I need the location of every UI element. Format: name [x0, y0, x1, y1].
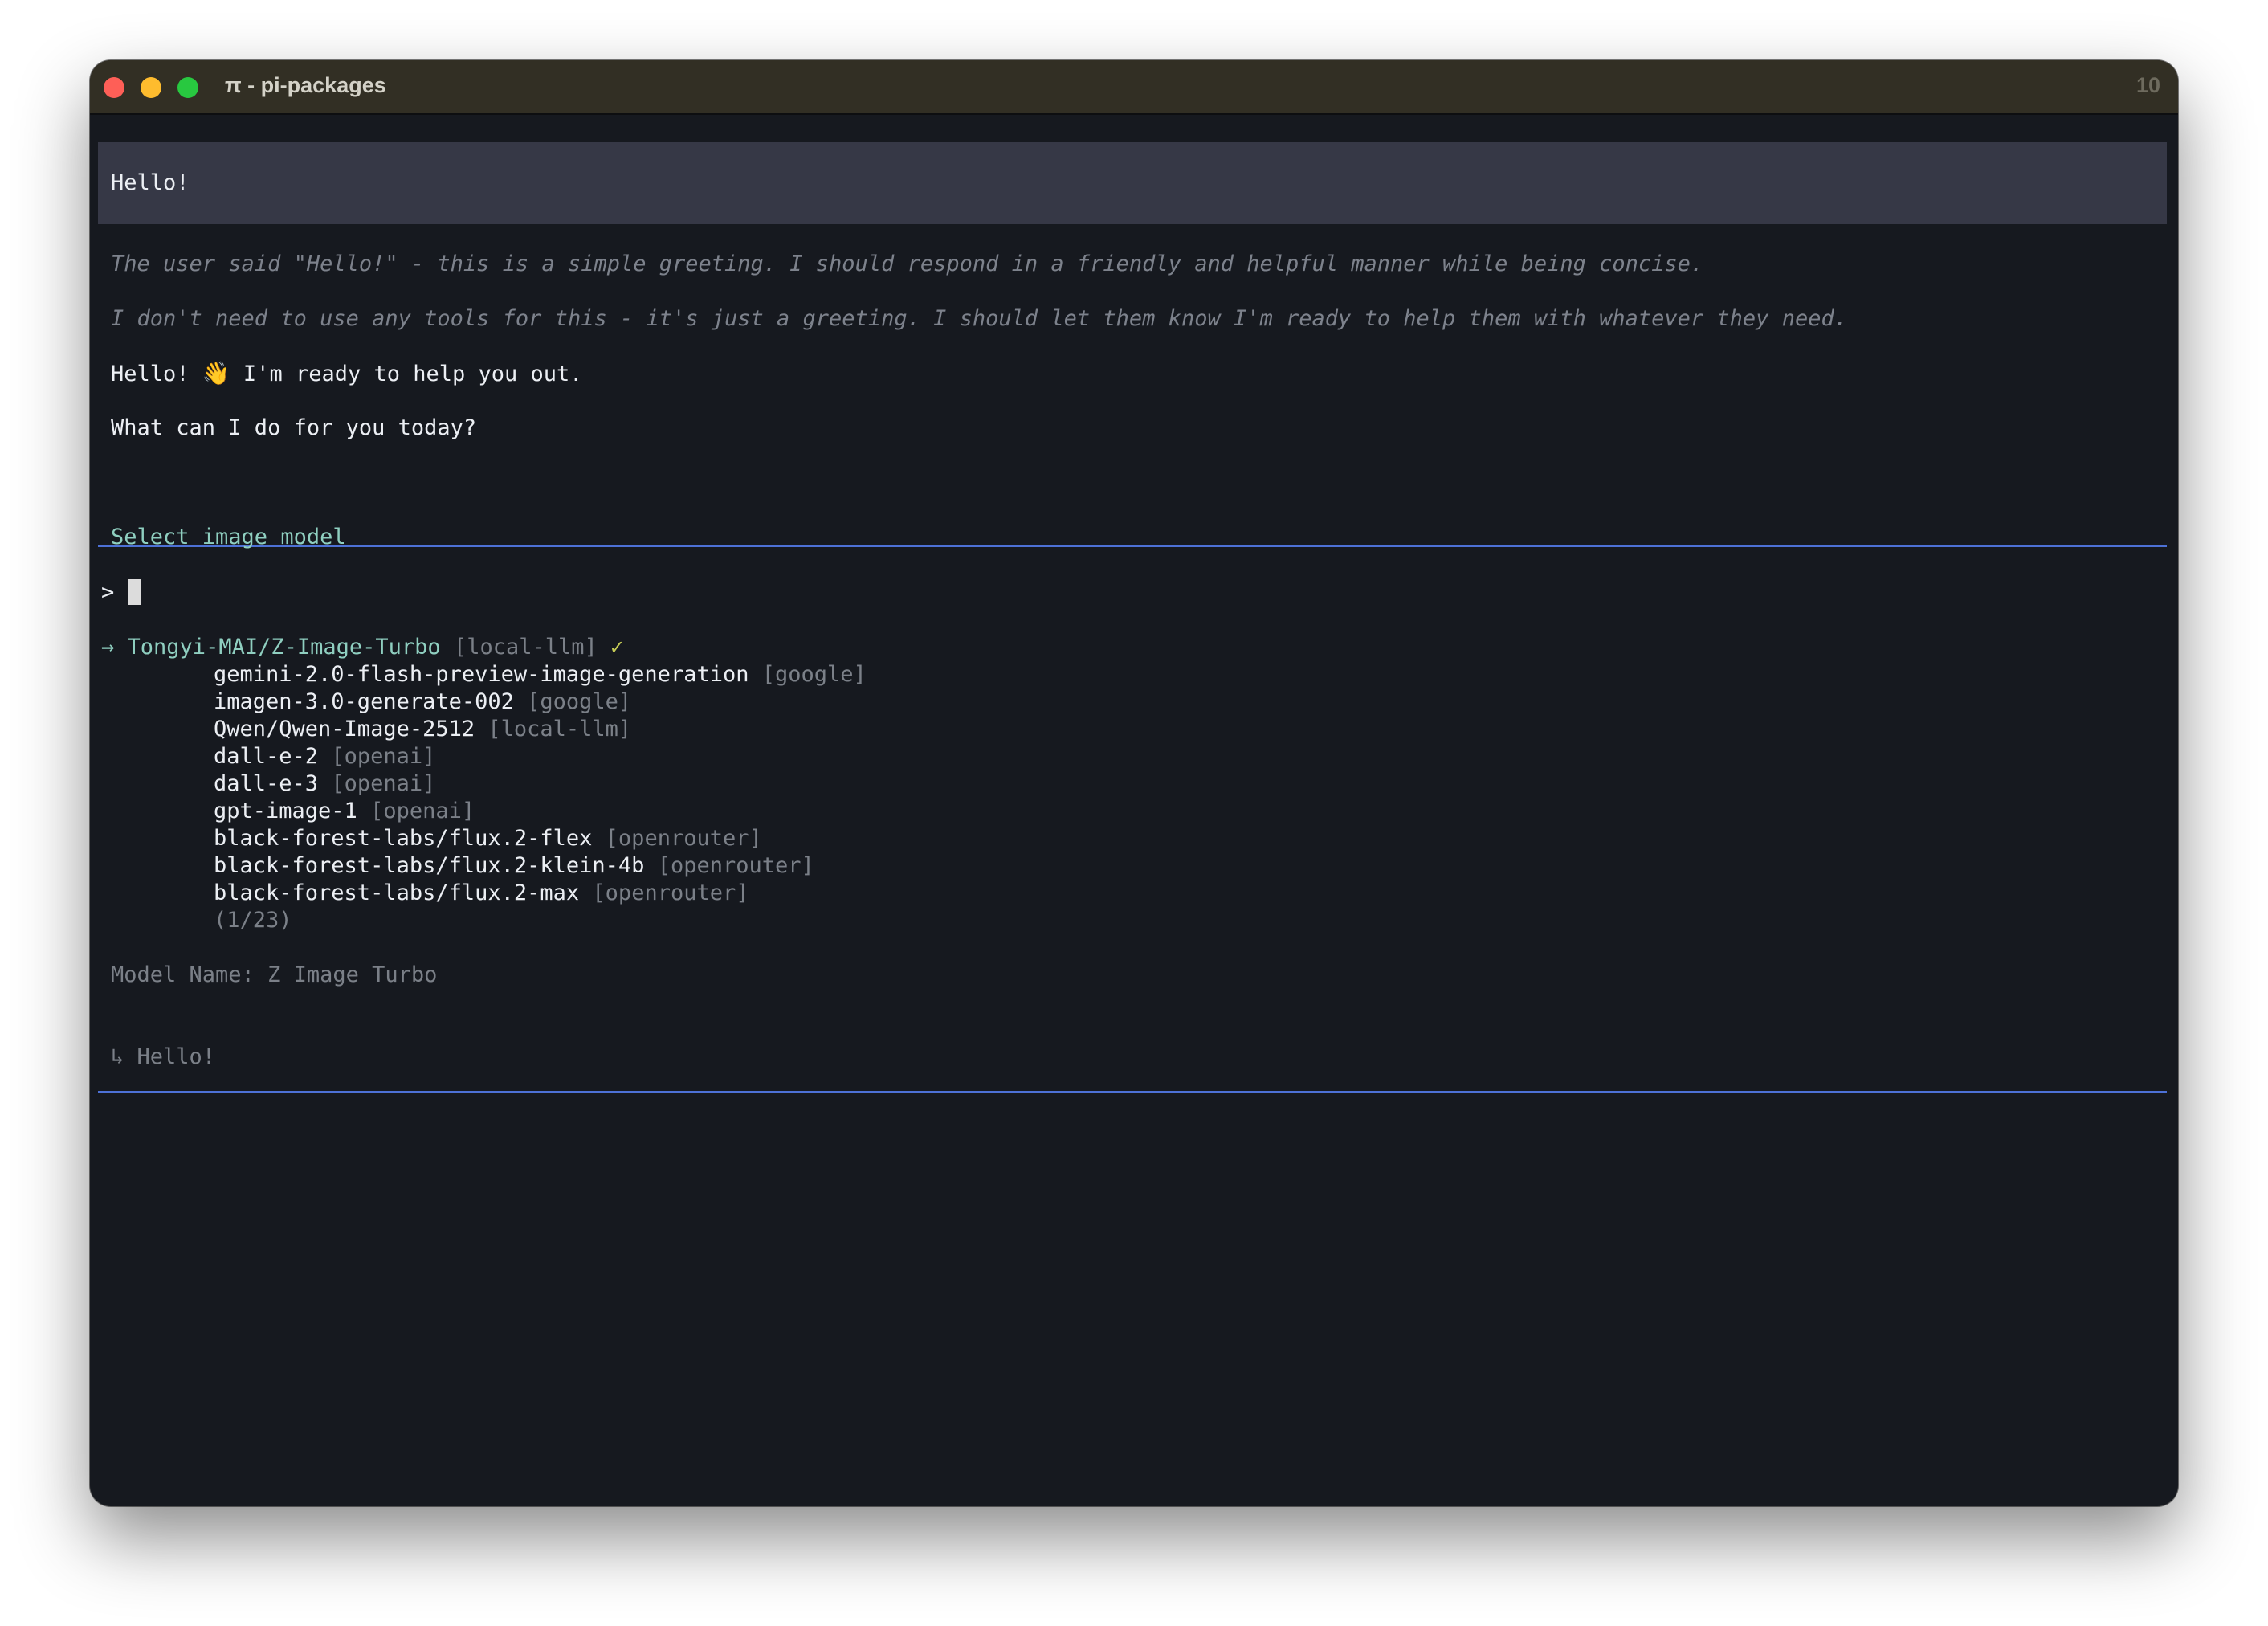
result-count: (1/23)	[214, 908, 292, 933]
model-provider: [openai]	[331, 744, 436, 769]
terminal-body[interactable]: Hello! The user said "Hello!" - this is …	[90, 115, 2178, 1506]
input-line[interactable]: ↳ Hello!	[111, 1044, 215, 1071]
model-name: Tongyi-MAI/Z-Image-Turbo	[127, 635, 441, 660]
terminal-window: π - pi-packages 10 Hello! The user said …	[90, 60, 2178, 1506]
user-message-bar	[98, 142, 2167, 224]
model-provider: [openrouter]	[657, 853, 814, 878]
model-option[interactable]: gpt-image-1 [openai]	[214, 798, 475, 825]
model-name: dall-e-3	[214, 771, 319, 796]
model-option[interactable]: dall-e-2 [openai]	[214, 743, 435, 770]
window-title: π - pi-packages	[225, 73, 386, 97]
model-option[interactable]: black-forest-labs/flux.2-klein-4b [openr…	[214, 852, 814, 880]
assistant-reply: Hello! 👋 I'm ready to help you out.	[111, 360, 583, 387]
thinking-line-1: The user said "Hello!" - this is a simpl…	[111, 251, 1704, 276]
model-option-selected[interactable]: → Tongyi-MAI/Z-Image-Turbo [local-llm] ✓	[101, 634, 623, 661]
minimize-button[interactable]	[141, 77, 161, 98]
model-option[interactable]: black-forest-labs/flux.2-max [openrouter…	[214, 880, 749, 907]
search-input[interactable]: >	[101, 579, 141, 607]
close-button[interactable]	[104, 77, 124, 98]
reply-greeting: Hello!	[111, 362, 202, 386]
reply-rest: I'm ready to help you out.	[230, 362, 583, 386]
checkmark-icon: ✓	[610, 635, 624, 660]
model-provider: [openai]	[331, 771, 436, 796]
reply-arrow-icon: ↳	[111, 1044, 124, 1069]
model-option[interactable]: imagen-3.0-generate-002 [google]	[214, 688, 631, 716]
model-option[interactable]: dall-e-3 [openai]	[214, 770, 435, 798]
model-provider: [google]	[527, 689, 632, 714]
model-provider: [local-llm]	[487, 717, 632, 742]
model-detail: Model Name: Z Image Turbo	[111, 962, 438, 987]
divider-top	[98, 545, 2167, 547]
assistant-question: What can I do for you today?	[111, 415, 477, 440]
text-cursor	[127, 579, 141, 605]
waving-hand-icon: 👋	[202, 360, 230, 386]
model-name: gemini-2.0-flash-preview-image-generatio…	[214, 662, 749, 687]
model-provider: [local-llm]	[453, 635, 598, 660]
divider-bottom	[98, 1091, 2167, 1093]
model-name: dall-e-2	[214, 744, 319, 769]
model-name: gpt-image-1	[214, 799, 357, 823]
model-name: Qwen/Qwen-Image-2512	[214, 717, 475, 742]
model-provider: [openrouter]	[592, 880, 749, 905]
model-name: black-forest-labs/flux.2-klein-4b	[214, 853, 645, 878]
thinking-line-2: I don't need to use any tools for this -…	[111, 306, 1847, 331]
model-provider: [openrouter]	[605, 826, 762, 851]
input-text: Hello!	[137, 1044, 216, 1069]
model-provider: [google]	[761, 662, 867, 687]
selector-title: Select image model	[111, 525, 346, 549]
selection-arrow-icon: →	[101, 635, 115, 660]
model-provider: [openai]	[370, 799, 475, 823]
model-option[interactable]: Qwen/Qwen-Image-2512 [local-llm]	[214, 716, 631, 743]
title-bar: π - pi-packages 10	[90, 60, 2178, 115]
model-name: black-forest-labs/flux.2-flex	[214, 826, 593, 851]
prompt-symbol: >	[101, 580, 115, 605]
model-option[interactable]: gemini-2.0-flash-preview-image-generatio…	[214, 661, 867, 688]
maximize-button[interactable]	[177, 77, 198, 98]
model-name: imagen-3.0-generate-002	[214, 689, 514, 714]
model-option[interactable]: black-forest-labs/flux.2-flex [openroute…	[214, 825, 762, 852]
model-name: black-forest-labs/flux.2-max	[214, 880, 580, 905]
user-message: Hello!	[111, 170, 190, 195]
window-number: 10	[2135, 73, 2160, 97]
